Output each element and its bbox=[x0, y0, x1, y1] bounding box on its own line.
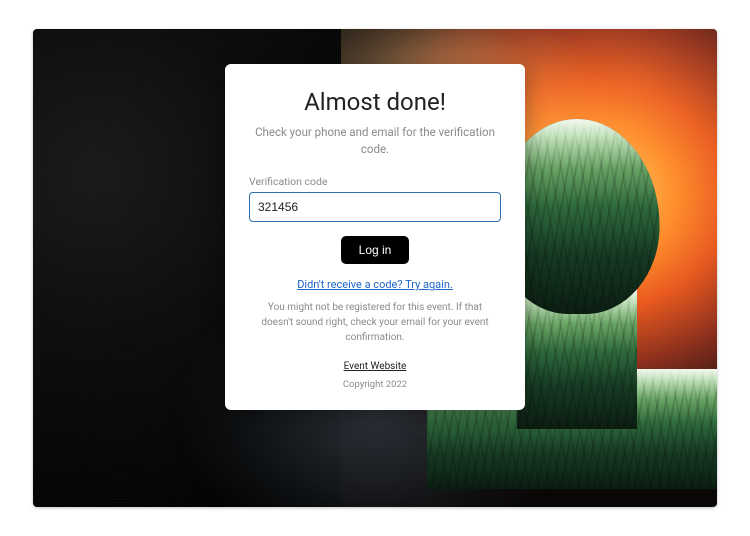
login-stage: Almost done! Check your phone and email … bbox=[33, 29, 717, 507]
copyright-text: Copyright 2022 bbox=[249, 379, 501, 390]
verification-code-label: Verification code bbox=[249, 175, 501, 188]
card-subtitle: Check your phone and email for the verif… bbox=[255, 124, 495, 157]
verification-card: Almost done! Check your phone and email … bbox=[225, 64, 525, 410]
login-button[interactable]: Log in bbox=[341, 236, 410, 264]
card-title: Almost done! bbox=[249, 88, 501, 116]
verification-code-input[interactable] bbox=[249, 192, 501, 222]
event-website-link[interactable]: Event Website bbox=[344, 361, 407, 372]
resend-code-link[interactable]: Didn't receive a code? Try again. bbox=[297, 278, 453, 291]
registration-note: You might not be registered for this eve… bbox=[253, 300, 497, 345]
